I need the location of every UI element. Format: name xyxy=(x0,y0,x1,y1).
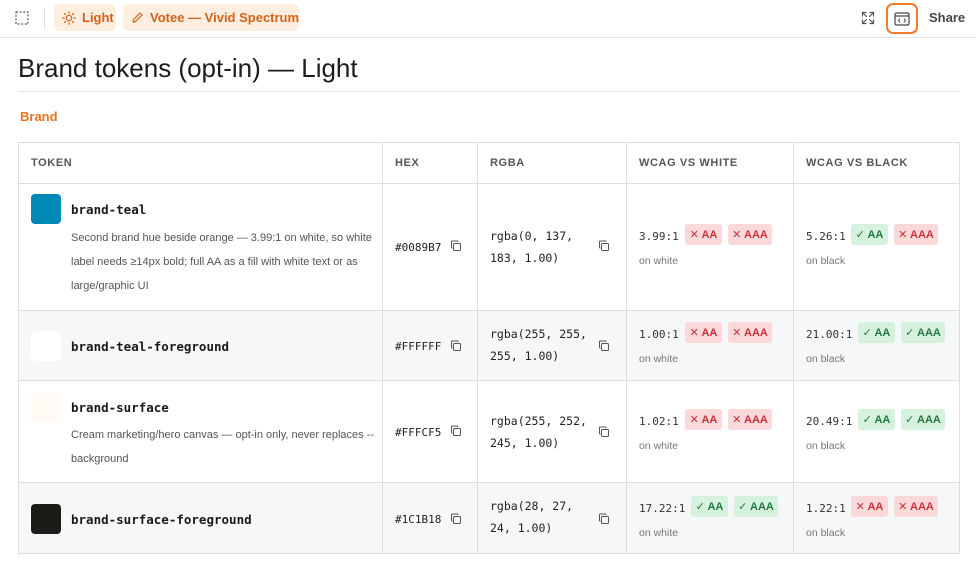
contrast-ratio: 17.22:1 xyxy=(639,502,686,515)
copy-icon[interactable] xyxy=(450,240,462,252)
toolbar-divider xyxy=(44,8,45,29)
header-wcag-black: WCAG VS BLACK xyxy=(806,157,908,169)
wcag-aaa-badge: ✓ AAA xyxy=(901,322,945,343)
wcag-aaa-badge: ✕ AAA xyxy=(894,224,938,245)
copy-icon[interactable] xyxy=(450,340,462,352)
wcag-aa-badge: ✕ AA xyxy=(685,224,722,245)
token-name: brand-teal xyxy=(71,202,147,217)
contrast-ratio: 5.26:1 xyxy=(806,230,846,243)
background-label: on white xyxy=(639,255,679,267)
color-swatch xyxy=(31,331,61,361)
expand-icon[interactable] xyxy=(861,11,875,25)
pencil-icon xyxy=(132,12,143,23)
header-token: TOKEN xyxy=(31,157,73,169)
wcag-aaa-badge: ✓ AAA xyxy=(901,409,945,430)
wcag-aa-badge: ✕ AA xyxy=(685,322,722,343)
token-name: brand-surface xyxy=(71,400,169,415)
color-swatch xyxy=(31,392,61,422)
hex-value: #1C1B18 xyxy=(395,513,442,526)
contrast-ratio: 20.49:1 xyxy=(806,415,853,428)
wcag-aa-badge: ✓ AA xyxy=(851,224,888,245)
token-description: Second brand hue beside orange — 3.99:1 … xyxy=(71,232,372,292)
header-hex: HEX xyxy=(395,157,420,169)
rgba-value: rgba(255, 255, 255, 1.00) xyxy=(490,327,587,363)
brand-theme-label: Votee — Vivid Spectrum xyxy=(150,10,300,25)
page-title: Brand tokens (opt-in) — Light xyxy=(18,53,358,83)
wcag-aa-badge: ✕ AA xyxy=(685,409,722,430)
section-heading: Brand xyxy=(20,109,58,124)
copy-icon[interactable] xyxy=(598,513,610,525)
background-label: on black xyxy=(806,255,846,267)
header-rgba: RGBA xyxy=(490,157,525,169)
wcag-aaa-badge: ✕ AAA xyxy=(728,224,772,245)
wcag-aa-badge: ✓ AA xyxy=(691,496,728,517)
wcag-aaa-badge: ✕ AAA xyxy=(728,409,772,430)
table-row: brand-surface Cream marketing/hero canva… xyxy=(19,381,959,483)
background-label: on black xyxy=(806,353,846,365)
contrast-ratio: 3.99:1 xyxy=(639,230,679,243)
theme-label: Light xyxy=(82,10,114,25)
select-frame-icon[interactable] xyxy=(15,11,29,25)
tokens-table: TOKEN HEX RGBA WCAG VS WHITE WCAG VS BLA… xyxy=(18,142,960,554)
background-label: on white xyxy=(639,527,679,539)
wcag-aa-badge: ✓ AA xyxy=(858,409,895,430)
code-view-button[interactable] xyxy=(886,3,918,34)
background-label: on black xyxy=(806,440,846,452)
table-header-row: TOKEN HEX RGBA WCAG VS WHITE WCAG VS BLA… xyxy=(19,143,959,184)
hex-value: #FFFFFF xyxy=(395,340,442,353)
rgba-value: rgba(0, 137, 183, 1.00) xyxy=(490,229,574,265)
share-button[interactable]: Share xyxy=(929,10,965,25)
title-divider xyxy=(18,91,960,92)
contrast-ratio: 1.22:1 xyxy=(806,502,846,515)
code-window-icon xyxy=(894,11,910,26)
color-swatch xyxy=(31,504,61,534)
rgba-value: rgba(255, 252, 245, 1.00) xyxy=(490,414,587,450)
theme-toggle-button[interactable]: Light xyxy=(54,4,116,31)
background-label: on white xyxy=(639,353,679,365)
wcag-aaa-badge: ✕ AAA xyxy=(894,496,938,517)
rgba-value: rgba(28, 27, 24, 1.00) xyxy=(490,499,574,535)
copy-icon[interactable] xyxy=(598,240,610,252)
hex-value: #0089B7 xyxy=(395,241,442,254)
brand-theme-button[interactable]: Votee — Vivid Spectrum xyxy=(123,4,299,31)
table-row: brand-teal Second brand hue beside orang… xyxy=(19,184,959,311)
contrast-ratio: 1.00:1 xyxy=(639,328,679,341)
table-row: brand-surface-foreground #1C1B18 rgba(28… xyxy=(19,483,959,553)
token-description: Cream marketing/hero canvas — opt-in onl… xyxy=(71,429,375,465)
token-name: brand-teal-foreground xyxy=(71,339,230,354)
background-label: on white xyxy=(639,440,679,452)
wcag-aaa-badge: ✕ AAA xyxy=(728,322,772,343)
header-wcag-white: WCAG VS WHITE xyxy=(639,157,738,169)
wcag-aaa-badge: ✓ AAA xyxy=(734,496,778,517)
top-toolbar: Light Votee — Vivid Spectrum Share xyxy=(0,0,976,38)
background-label: on black xyxy=(806,527,846,539)
sun-icon xyxy=(62,10,76,25)
token-name: brand-surface-foreground xyxy=(71,512,252,527)
wcag-aa-badge: ✕ AA xyxy=(851,496,888,517)
contrast-ratio: 21.00:1 xyxy=(806,328,853,341)
hex-value: #FFFCF5 xyxy=(395,426,442,439)
copy-icon[interactable] xyxy=(450,425,462,437)
contrast-ratio: 1.02:1 xyxy=(639,415,679,428)
wcag-aa-badge: ✓ AA xyxy=(858,322,895,343)
copy-icon[interactable] xyxy=(598,340,610,352)
color-swatch xyxy=(31,194,61,224)
copy-icon[interactable] xyxy=(450,513,462,525)
copy-icon[interactable] xyxy=(598,426,610,438)
table-row: brand-teal-foreground #FFFFFF rgba(255, … xyxy=(19,311,959,381)
